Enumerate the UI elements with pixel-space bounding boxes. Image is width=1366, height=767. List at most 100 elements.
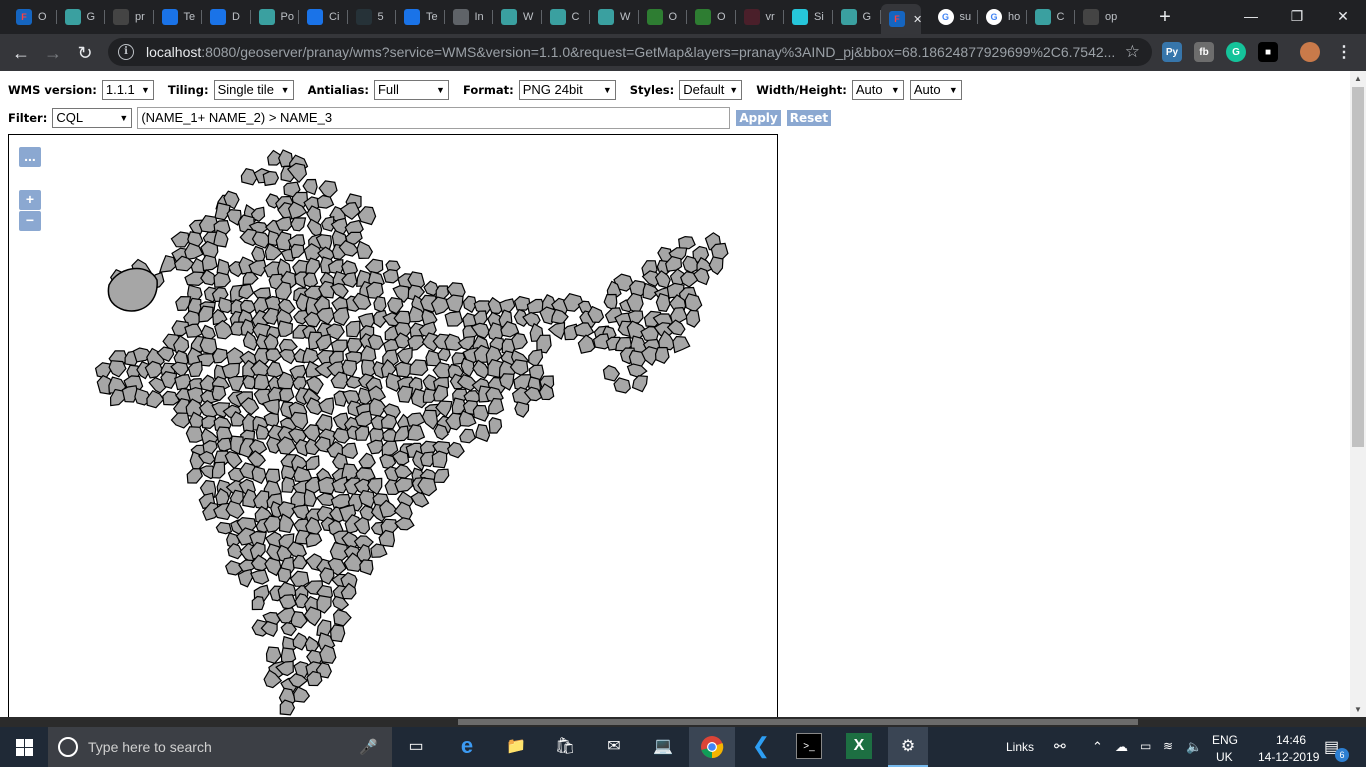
- wifi-icon[interactable]: ≋: [1163, 739, 1173, 753]
- keyboard-layout[interactable]: UK: [1216, 750, 1233, 764]
- browser-tab[interactable]: D: [202, 4, 250, 30]
- filter-type-select[interactable]: CQL: [52, 108, 133, 128]
- browser-tab[interactable]: vr: [736, 4, 784, 30]
- tab-title: vr: [765, 11, 775, 23]
- map-toolbar-toggle[interactable]: ...: [19, 147, 41, 167]
- cql-filter-input[interactable]: (NAME_1+ NAME_2) > NAME_3: [137, 107, 731, 129]
- browser-tab[interactable]: F ✕: [881, 4, 921, 34]
- browser-tab[interactable]: 5: [348, 4, 396, 30]
- file-explorer-icon[interactable]: 📁: [503, 733, 529, 759]
- map-viewport[interactable]: ... + −: [8, 134, 778, 717]
- python-extension-icon[interactable]: Py: [1162, 42, 1182, 62]
- district-polygon: [654, 346, 670, 365]
- browser-tab[interactable]: Gho: [978, 4, 1026, 30]
- bookmark-star-icon[interactable]: ☆: [1125, 42, 1140, 62]
- browser-tab[interactable]: Po: [251, 4, 299, 30]
- geo-icon: [1034, 9, 1051, 25]
- tiling-select[interactable]: Single tile: [213, 80, 294, 100]
- browser-tab[interactable]: op: [1075, 4, 1123, 30]
- antialias-label: Antialias:: [307, 83, 369, 97]
- vertical-scrollbar[interactable]: ▲ ▼: [1350, 71, 1366, 717]
- browser-tab[interactable]: Te: [396, 4, 444, 30]
- browser-tab[interactable]: G: [57, 4, 105, 30]
- district-polygon: [278, 594, 297, 610]
- browser-tab[interactable]: pr: [105, 4, 153, 30]
- minimize-button[interactable]: —: [1228, 0, 1274, 32]
- store-icon[interactable]: 🛍: [552, 733, 578, 759]
- mail-icon[interactable]: ✉: [601, 733, 627, 759]
- site-info-icon[interactable]: i: [118, 44, 134, 60]
- geoserver-preview-page: WMS version: 1.1.1 Tiling: Single tile A…: [0, 71, 1350, 717]
- browser-tab[interactable]: Si: [784, 4, 832, 30]
- restore-button[interactable]: ❐: [1274, 0, 1320, 32]
- address-bar[interactable]: i localhost:8080/geoserver/pranay/wms?se…: [108, 38, 1152, 66]
- vscode-icon[interactable]: ❮: [748, 733, 774, 759]
- extension-badge-icon[interactable]: ■: [1258, 42, 1278, 62]
- browser-tab[interactable]: In: [445, 4, 493, 30]
- height-select[interactable]: Auto: [909, 80, 962, 100]
- district-polygon: [396, 347, 413, 366]
- browser-tab[interactable]: FO: [8, 4, 56, 30]
- links-toolbar-label[interactable]: Links: [1006, 740, 1034, 754]
- chrome-taskbar-button[interactable]: [689, 727, 735, 767]
- excel-icon[interactable]: X: [846, 733, 872, 759]
- district-polygon: [357, 206, 377, 226]
- zoom-out-button[interactable]: −: [19, 211, 41, 231]
- microphone-icon[interactable]: 🎤: [359, 738, 378, 756]
- onedrive-cloud-icon[interactable]: ☁: [1115, 739, 1128, 755]
- task-view-icon[interactable]: ▭: [403, 733, 429, 759]
- district-polygon: [409, 359, 429, 377]
- reset-button[interactable]: Reset: [786, 110, 832, 126]
- show-hidden-icons-chevron[interactable]: ⌃: [1092, 739, 1103, 755]
- browser-tab[interactable]: Ci: [299, 4, 347, 30]
- people-icon[interactable]: ⚯: [1054, 738, 1066, 755]
- profile-avatar[interactable]: [1300, 42, 1320, 62]
- clock-date[interactable]: 14-12-2019: [1258, 750, 1319, 764]
- scroll-up-icon[interactable]: ▲: [1354, 74, 1362, 83]
- browser-tab[interactable]: C: [1027, 4, 1075, 30]
- terminal-icon[interactable]: >_: [796, 733, 822, 759]
- horizontal-scrollbar[interactable]: [0, 717, 1366, 727]
- district-polygon: [292, 554, 308, 570]
- browser-menu-icon[interactable]: ⋮: [1334, 42, 1354, 62]
- tab-title: Te: [426, 11, 438, 23]
- scroll-thumb[interactable]: [1352, 87, 1364, 447]
- qgis-taskbar-button[interactable]: ⚙: [888, 727, 928, 767]
- back-button[interactable]: ←: [8, 40, 34, 66]
- styles-select[interactable]: Default: [679, 80, 743, 100]
- zoom-in-button[interactable]: +: [19, 190, 41, 210]
- width-select[interactable]: Auto: [851, 80, 904, 100]
- new-tab-button[interactable]: +: [1154, 6, 1176, 28]
- wms-version-select[interactable]: 1.1.1: [101, 80, 154, 100]
- volume-icon[interactable]: 🔈: [1186, 739, 1202, 755]
- clock-time[interactable]: 14:46: [1276, 733, 1306, 747]
- browser-tab[interactable]: Te: [154, 4, 202, 30]
- battery-icon[interactable]: ▭: [1140, 739, 1151, 753]
- extension-icon[interactable]: fb: [1194, 42, 1214, 62]
- close-tab-icon[interactable]: ✕: [913, 13, 921, 26]
- antialias-select[interactable]: Full: [373, 80, 449, 100]
- browser-tab[interactable]: C: [542, 4, 590, 30]
- grammarly-icon[interactable]: G: [1226, 42, 1246, 62]
- forward-button[interactable]: →: [40, 40, 66, 66]
- language-indicator[interactable]: ENG: [1212, 733, 1238, 747]
- reload-button[interactable]: ↻: [72, 40, 98, 66]
- close-window-button[interactable]: ✕: [1320, 0, 1366, 32]
- browser-tab[interactable]: O: [687, 4, 735, 30]
- browser-tab[interactable]: G: [833, 4, 881, 30]
- apply-button[interactable]: Apply: [736, 110, 781, 126]
- url-text[interactable]: localhost:8080/geoserver/pranay/wms?serv…: [146, 44, 1116, 60]
- horizontal-scroll-thumb[interactable]: [458, 719, 1138, 725]
- browser-tab[interactable]: Gsu: [930, 4, 978, 30]
- browser-tab[interactable]: W: [493, 4, 541, 30]
- edge-icon[interactable]: e: [454, 733, 480, 759]
- format-select[interactable]: PNG 24bit: [518, 80, 616, 100]
- network-app-icon[interactable]: 💻: [650, 733, 676, 759]
- scroll-down-icon[interactable]: ▼: [1354, 705, 1362, 714]
- browser-tab[interactable]: O: [639, 4, 687, 30]
- taskbar-search-box[interactable]: Type here to search 🎤: [48, 727, 392, 767]
- start-button[interactable]: [0, 727, 48, 767]
- district-polygon: [280, 647, 297, 664]
- browser-tab[interactable]: W: [590, 4, 638, 30]
- square-icon: [743, 9, 760, 25]
